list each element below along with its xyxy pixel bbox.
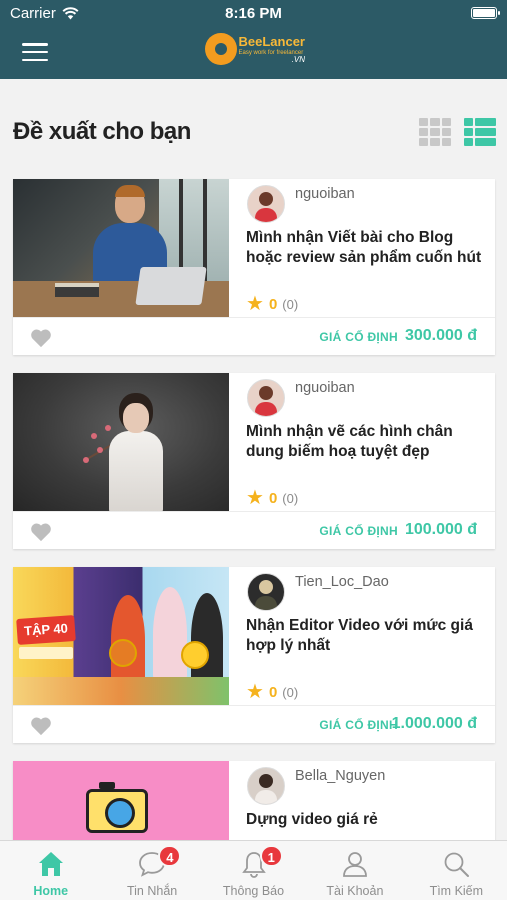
- seller-avatar[interactable]: [247, 379, 285, 417]
- listing-title[interactable]: Dựng video giá rẻ: [246, 810, 486, 830]
- price-label: GIÁ CỐ ĐỊNH: [319, 718, 398, 732]
- notification-badge: 1: [259, 845, 283, 867]
- tab-notifications[interactable]: Thông Báo 1: [203, 841, 304, 900]
- home-icon: [38, 852, 63, 876]
- battery-icon: [471, 7, 500, 19]
- seller-name[interactable]: Bella_Nguyen: [295, 768, 385, 784]
- heart-icon[interactable]: [30, 716, 52, 736]
- listing-title[interactable]: Nhận Editor Video với mức giá hợp lý nhấ…: [246, 616, 486, 656]
- menu-button[interactable]: [22, 43, 48, 61]
- menu-icon-line: [22, 43, 48, 46]
- heart-icon[interactable]: [30, 328, 52, 348]
- tab-label: Home: [33, 884, 69, 898]
- listing-card[interactable]: TẬP 40 Tien_Loc_Dao Nhận Editor Video vớ…: [13, 567, 495, 743]
- tab-label: Tài Khoản: [326, 884, 384, 898]
- user-icon: [343, 852, 367, 877]
- rating-score: 0: [268, 489, 278, 507]
- list-view-icon[interactable]: [464, 118, 496, 146]
- price: 1.000.000 đ: [391, 715, 477, 732]
- listing-card[interactable]: nguoiban Mình nhận Viết bài cho Blog hoặ…: [13, 179, 495, 355]
- price-label: GIÁ CỐ ĐỊNH: [319, 524, 398, 538]
- star-icon: ★: [246, 487, 264, 509]
- listing-thumbnail[interactable]: [13, 373, 229, 511]
- price: 300.000 đ: [404, 327, 477, 344]
- grid-view-icon[interactable]: [419, 118, 451, 146]
- rating-score: 0: [268, 683, 278, 701]
- status-bar: Carrier 8:16 PM: [0, 0, 507, 28]
- tab-label: Tìm Kiếm: [429, 884, 484, 898]
- listing-thumbnail[interactable]: TẬP 40: [13, 567, 229, 705]
- heart-icon[interactable]: [30, 522, 52, 542]
- app-logo[interactable]: BeeLancer Easy work for freelancer .VN: [205, 30, 305, 68]
- bottom-tab-bar: Home Tin Nhắn 4 Thông Báo 1 Tài Khoản Tì…: [0, 840, 507, 900]
- seller-avatar[interactable]: [247, 767, 285, 805]
- tab-home[interactable]: Home: [0, 841, 101, 900]
- top-bar: Carrier 8:16 PM BeeLancer Easy work for …: [0, 0, 507, 79]
- rating: ★ 0 (0): [246, 294, 298, 314]
- listing-title[interactable]: Mình nhận Viết bài cho Blog hoặc review …: [246, 228, 486, 268]
- listing-thumbnail[interactable]: [13, 179, 229, 317]
- tab-account[interactable]: Tài Khoản: [304, 841, 405, 900]
- thumbnail-banner: TẬP 40: [16, 615, 76, 645]
- tab-label: Thông Báo: [222, 884, 285, 898]
- logo-domain: .VN: [291, 54, 305, 64]
- logo-name: BeeLancer: [238, 33, 305, 49]
- listing-title[interactable]: Mình nhận vẽ các hình chân dung biếm hoạ…: [246, 422, 486, 462]
- seller-name[interactable]: Tien_Loc_Dao: [295, 574, 389, 590]
- listing-card[interactable]: nguoiban Mình nhận vẽ các hình chân dung…: [13, 373, 495, 549]
- tab-messages[interactable]: Tin Nhắn 4: [101, 841, 202, 900]
- rating: ★ 0 (0): [246, 488, 298, 508]
- seller-name[interactable]: nguoiban: [295, 380, 355, 396]
- menu-icon-line: [22, 50, 48, 54]
- review-count: (0): [282, 490, 299, 506]
- review-count: (0): [282, 296, 299, 312]
- rating: ★ 0 (0): [246, 682, 298, 702]
- search-icon: [444, 852, 470, 877]
- star-icon: ★: [246, 293, 264, 315]
- seller-avatar[interactable]: [247, 573, 285, 611]
- star-icon: ★: [246, 681, 264, 703]
- section-title: Đề xuất cho bạn: [13, 118, 191, 145]
- tab-search[interactable]: Tìm Kiếm: [406, 841, 507, 900]
- unread-badge: 4: [158, 845, 182, 867]
- price: 100.000 đ: [404, 521, 477, 538]
- rating-score: 0: [268, 295, 278, 313]
- clock: 8:16 PM: [225, 5, 282, 22]
- tab-label: Tin Nhắn: [126, 884, 178, 898]
- price-label: GIÁ CỐ ĐỊNH: [319, 330, 398, 344]
- seller-avatar[interactable]: [247, 185, 285, 223]
- menu-icon-line: [22, 58, 48, 61]
- bee-logo-icon: [205, 33, 237, 65]
- seller-name[interactable]: nguoiban: [295, 186, 355, 202]
- review-count: (0): [282, 684, 299, 700]
